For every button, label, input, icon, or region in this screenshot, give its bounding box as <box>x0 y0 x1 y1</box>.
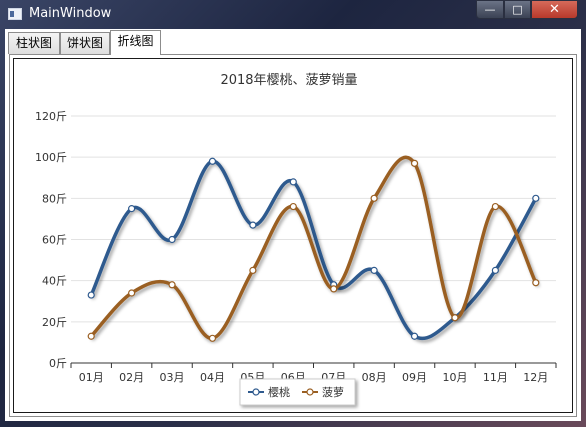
tab-bar-chart[interactable]: 柱状图 <box>8 32 60 54</box>
data-point <box>370 266 378 274</box>
main-window: MainWindow — □ ✕ 柱状图 饼状图 折线图 2018年樱桃、菠萝销… <box>0 0 586 427</box>
legend-marker-point <box>252 388 260 396</box>
chart-frame: 2018年樱桃、菠萝销量 0斤 20斤 40斤 60斤 80斤 100斤 120斤 01月 02… <box>13 58 573 413</box>
y-tick-label: 80斤 <box>42 192 67 205</box>
legend-label: 菠萝 <box>322 386 344 399</box>
legend-label: 樱桃 <box>268 385 290 399</box>
tab-line-chart[interactable]: 折线图 <box>110 30 161 55</box>
title-bar[interactable]: MainWindow — □ ✕ <box>0 0 586 30</box>
data-point <box>410 159 419 167</box>
data-point <box>168 281 176 289</box>
data-point <box>410 332 419 340</box>
data-point <box>532 279 540 287</box>
legend-marker-point <box>306 388 314 396</box>
app-icon <box>8 8 22 20</box>
x-tick-label: 11月 <box>483 371 508 384</box>
series-group-1 <box>87 155 540 342</box>
x-tick-label: 10月 <box>442 371 467 384</box>
data-point <box>87 332 95 340</box>
data-point <box>87 291 95 299</box>
data-point <box>249 221 257 229</box>
x-tick-label: 02月 <box>119 371 144 384</box>
tab-pie-chart[interactable]: 饼状图 <box>60 32 110 54</box>
data-point <box>128 205 136 213</box>
data-point <box>532 194 540 202</box>
x-tick-label: 12月 <box>523 371 548 384</box>
data-point <box>451 314 459 322</box>
minimize-button[interactable]: — <box>476 0 504 19</box>
chart-title: 2018年樱桃、菠萝销量 <box>220 72 357 88</box>
data-point <box>491 202 499 211</box>
data-point <box>370 194 378 202</box>
line-chart: 2018年樱桃、菠萝销量 0斤 20斤 40斤 60斤 80斤 100斤 120斤 01月 02… <box>35 72 557 406</box>
y-tick-label: 40斤 <box>42 275 67 288</box>
data-point <box>289 202 297 211</box>
data-point <box>168 235 176 244</box>
data-point <box>330 285 338 293</box>
y-tick-label: 0斤 <box>49 357 67 370</box>
series-line <box>89 155 538 341</box>
x-tick-label: 04月 <box>200 371 225 384</box>
window-title: MainWindow <box>29 6 112 21</box>
y-tick-label: 20斤 <box>42 316 67 329</box>
tab-panel: 2018年樱桃、菠萝销量 0斤 20斤 40斤 60斤 80斤 100斤 120斤 01月 02… <box>9 54 577 417</box>
data-point <box>289 178 297 186</box>
x-tick-label: 03月 <box>160 371 185 384</box>
x-tick-label: 01月 <box>79 371 104 384</box>
data-point <box>208 334 217 342</box>
data-point <box>128 289 136 297</box>
maximize-button[interactable]: □ <box>504 0 531 19</box>
y-tick-label: 120斤 <box>35 110 67 123</box>
x-tick-label: 08月 <box>362 371 387 384</box>
y-tick-label: 100斤 <box>35 151 67 164</box>
client-area: 柱状图 饼状图 折线图 2018年樱桃、菠萝销量 0斤 20斤 40斤 60斤 … <box>5 29 581 421</box>
data-point <box>208 157 217 165</box>
data-point <box>249 266 257 274</box>
x-tick-label: 09月 <box>402 371 427 384</box>
close-button[interactable]: ✕ <box>531 0 578 19</box>
y-tick-label: 60斤 <box>42 234 67 247</box>
data-point <box>491 266 499 274</box>
